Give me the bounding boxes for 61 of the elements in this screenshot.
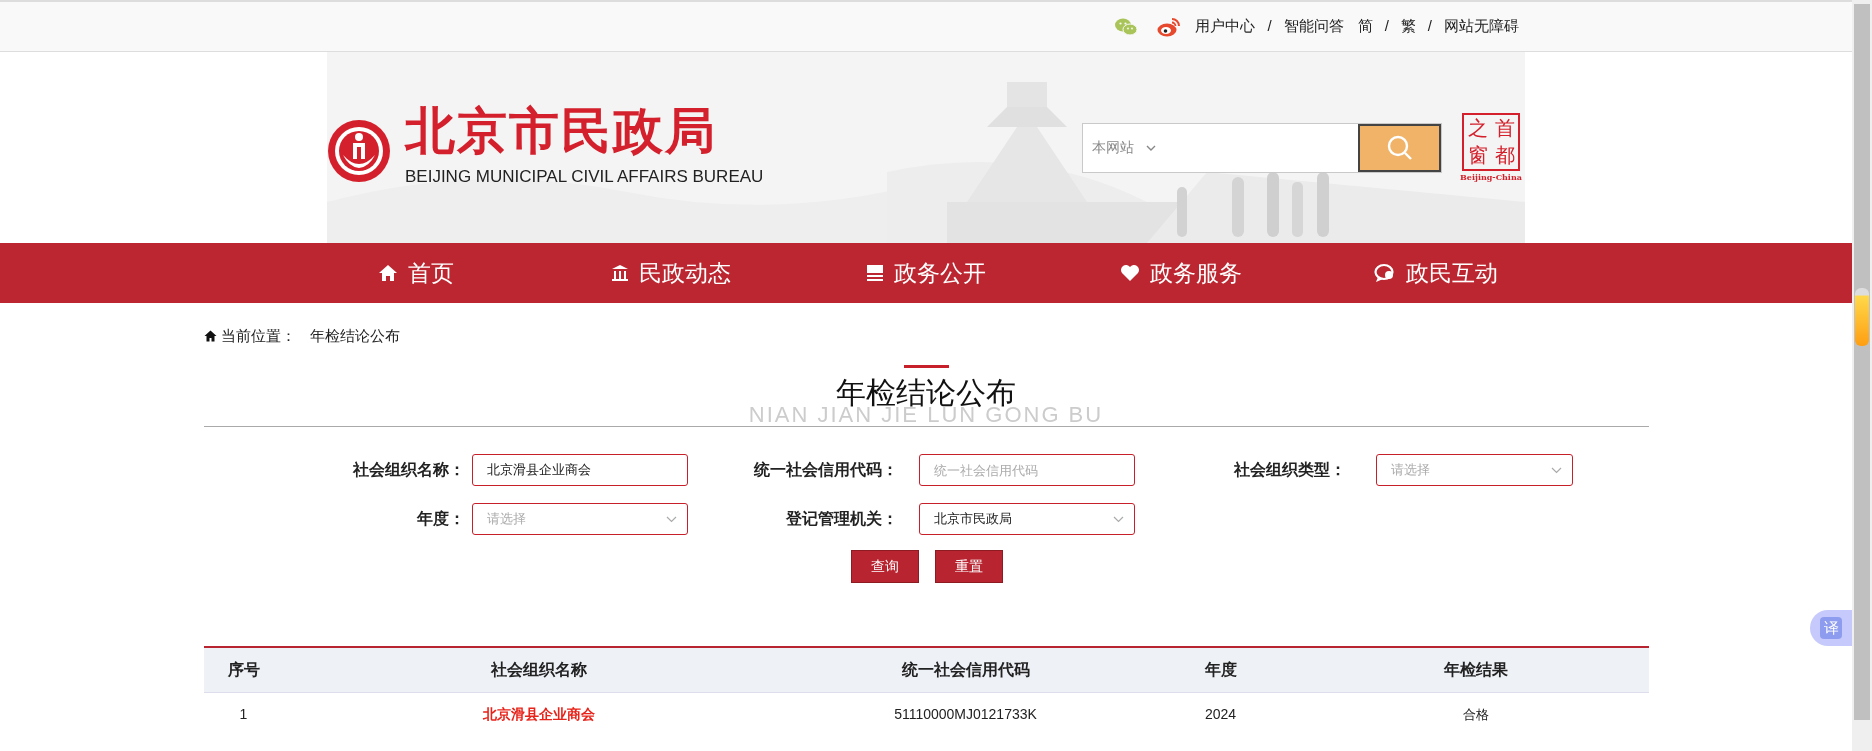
search-field[interactable]: 本网站 bbox=[1082, 122, 1442, 173]
chevron-down-icon[interactable] bbox=[1146, 144, 1156, 151]
nav-link[interactable]: 民政动态 bbox=[543, 243, 799, 303]
heart-icon bbox=[1120, 264, 1140, 282]
logo-icon bbox=[327, 118, 391, 183]
text-field[interactable]: 北京滑县企业商会 bbox=[471, 454, 688, 486]
separator-text: / bbox=[1384, 16, 1389, 37]
field-label: 社会组织名称： bbox=[351, 460, 466, 480]
reset-button[interactable]: 重置 bbox=[934, 550, 1003, 583]
chat-bubbles-icon[interactable] bbox=[1115, 17, 1138, 36]
building-icon bbox=[611, 264, 629, 282]
top-link[interactable]: 用户中心 bbox=[1195, 15, 1256, 38]
top-link[interactable]: 网站无障碍 bbox=[1444, 15, 1519, 38]
scrollbar-thumb[interactable] bbox=[1855, 288, 1869, 346]
table-cell: 1 bbox=[239, 706, 248, 723]
logo-character: 都 bbox=[1494, 145, 1515, 165]
nav-link[interactable]: 政务服务 bbox=[1053, 243, 1309, 303]
chat-icon bbox=[1374, 263, 1396, 283]
field-label: 统一社会信用代码： bbox=[752, 460, 899, 480]
breadcrumb-link[interactable]: 年检结论公布 bbox=[309, 324, 400, 348]
search-icon bbox=[1385, 133, 1414, 162]
logo-character: 首 bbox=[1494, 118, 1515, 138]
chevron-down-icon bbox=[1550, 466, 1562, 474]
column-header: 社会组织名称 bbox=[490, 660, 587, 678]
organization-link[interactable]: 北京滑县企业商会 bbox=[482, 706, 595, 723]
column-header: 年检结果 bbox=[1444, 660, 1508, 678]
title-accent-bar bbox=[903, 365, 949, 368]
field-label: 社会组织类型： bbox=[1232, 460, 1347, 480]
column-header: 年度 bbox=[1204, 660, 1237, 678]
logo-caption: Beijing-China bbox=[1460, 170, 1522, 183]
top-link[interactable]: 智能问答 bbox=[1283, 15, 1344, 38]
column-header: 统一社会信用代码 bbox=[901, 660, 1030, 678]
breadcrumb-label: 当前位置： bbox=[220, 325, 296, 346]
site-title: 北京市民政局 bbox=[405, 105, 718, 156]
home-icon bbox=[378, 264, 398, 282]
table-cell: 2024 bbox=[1204, 706, 1237, 723]
site-subtitle: BEIJING MUNICIPAL CIVIL AFFAIRS BUREAU bbox=[405, 165, 764, 188]
chevron-down-icon bbox=[665, 515, 677, 523]
search-button[interactable] bbox=[1358, 123, 1441, 172]
table-cell: 合格 bbox=[1463, 707, 1489, 723]
logo-character: 之 bbox=[1467, 118, 1488, 138]
logo-character: 窗 bbox=[1467, 145, 1488, 165]
top-link[interactable]: 繁 bbox=[1400, 15, 1416, 38]
top-link[interactable]: 简 bbox=[1357, 15, 1373, 38]
column-header: 序号 bbox=[227, 660, 260, 678]
select-field[interactable]: 北京市民政局 bbox=[918, 503, 1135, 535]
chevron-down-icon bbox=[1112, 515, 1124, 523]
nav-link[interactable]: 政民互动 bbox=[1308, 243, 1564, 303]
scrollbar[interactable] bbox=[1852, 0, 1872, 751]
separator-text: / bbox=[1267, 16, 1272, 37]
query-button[interactable]: 查询 bbox=[850, 550, 919, 583]
field-label: 年度： bbox=[415, 509, 466, 529]
stack-icon bbox=[866, 264, 884, 282]
field-label: 登记管理机关： bbox=[784, 509, 899, 529]
separator-text: / bbox=[1427, 16, 1432, 37]
home-icon bbox=[203, 330, 217, 342]
nav-link[interactable]: 政务公开 bbox=[798, 243, 1054, 303]
table-cell: 51110000MJ0121733K bbox=[894, 706, 1037, 723]
scope-select[interactable]: 本网站 bbox=[1092, 137, 1134, 158]
page-title: 年检结论公布 bbox=[836, 378, 1016, 408]
nav-link[interactable]: 首页 bbox=[288, 243, 544, 303]
